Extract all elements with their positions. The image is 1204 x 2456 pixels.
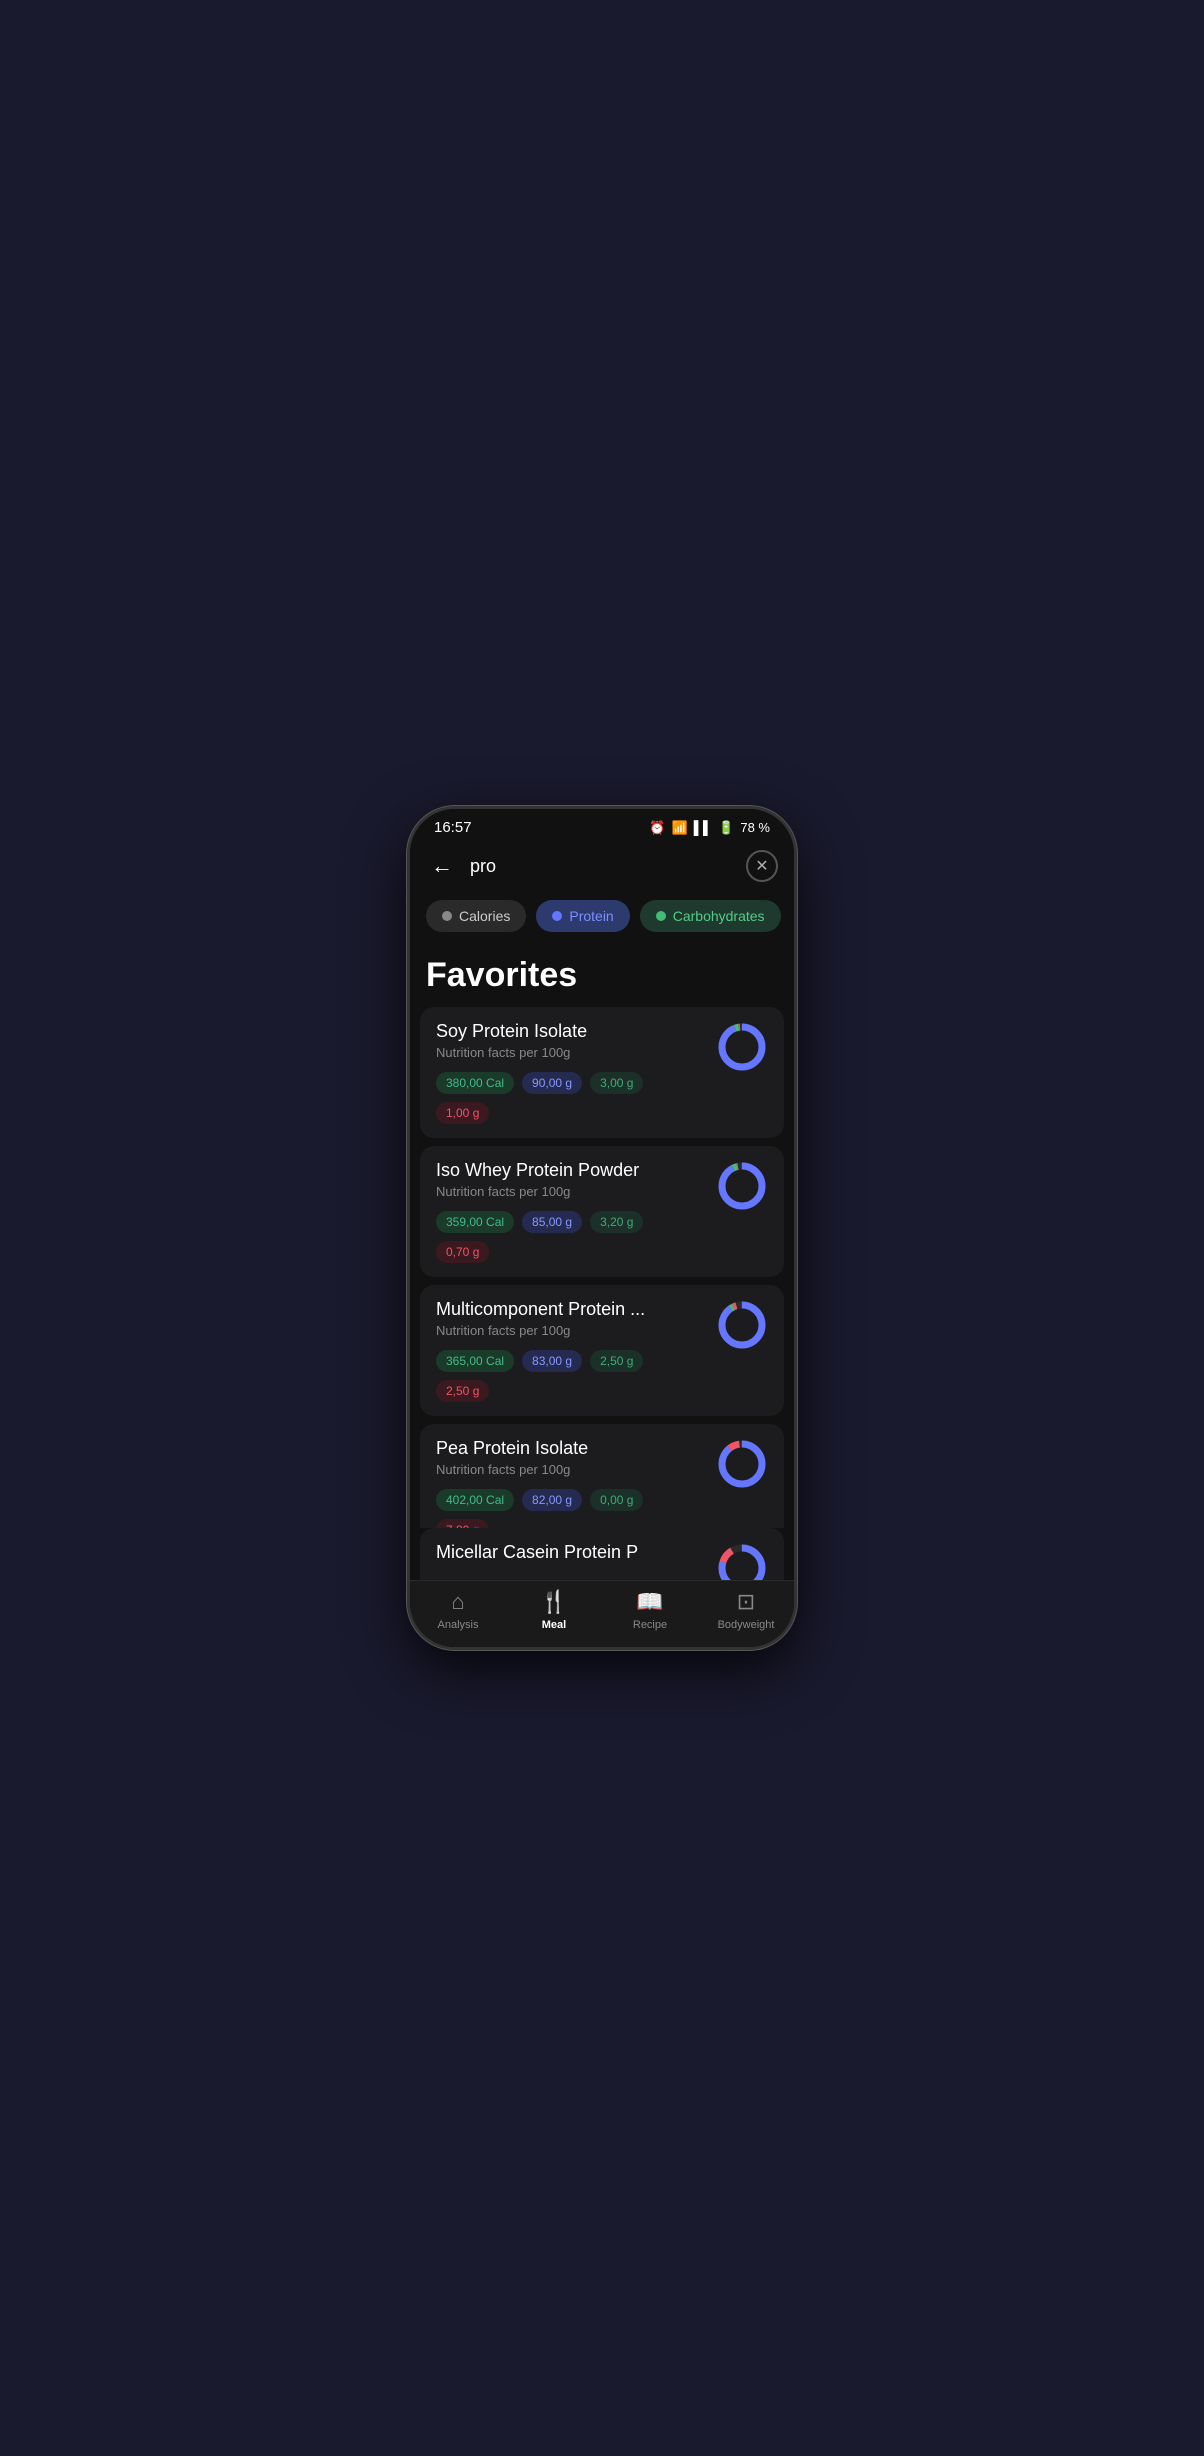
alarm-icon: ⏰ xyxy=(649,820,665,836)
food-card-pea-protein[interactable]: Pea Protein Isolate Nutrition facts per … xyxy=(420,1424,784,1528)
carbs-badge: 0,00 g xyxy=(590,1489,643,1511)
chip-calories[interactable]: Calories xyxy=(426,900,526,932)
nav-item-recipe[interactable]: 📖 Recipe xyxy=(602,1589,698,1631)
donut-chart xyxy=(716,1021,768,1073)
food-info: Iso Whey Protein Powder Nutrition facts … xyxy=(436,1160,704,1263)
status-icons: ⏰ 📶 ▌▌ 🔋 78 % xyxy=(649,820,770,836)
meal-icon: 🍴 xyxy=(540,1589,567,1615)
food-card-iso-whey[interactable]: Iso Whey Protein Powder Nutrition facts … xyxy=(420,1146,784,1277)
calories-badge: 359,00 Cal xyxy=(436,1211,514,1233)
bottom-nav: ⌂ Analysis 🍴 Meal 📖 Recipe ⊡ Bodyweight xyxy=(410,1580,794,1647)
analysis-icon: ⌂ xyxy=(451,1589,464,1615)
food-name-partial: Micellar Casein Protein P xyxy=(436,1542,704,1563)
nutrient-badges: 402,00 Cal 82,00 g 0,00 g 7,80 g xyxy=(436,1489,704,1528)
nav-item-bodyweight[interactable]: ⊡ Bodyweight xyxy=(698,1589,794,1631)
donut-chart-partial xyxy=(716,1542,768,1580)
food-info: Multicomponent Protein ... Nutrition fac… xyxy=(436,1299,704,1402)
food-subtitle: Nutrition facts per 100g xyxy=(436,1323,704,1338)
bodyweight-icon: ⊡ xyxy=(737,1589,755,1615)
fat-badge: 0,70 g xyxy=(436,1241,489,1263)
food-subtitle: Nutrition facts per 100g xyxy=(436,1045,704,1060)
protein-label: Protein xyxy=(569,908,613,924)
food-name: Pea Protein Isolate xyxy=(436,1438,704,1459)
food-info: Soy Protein Isolate Nutrition facts per … xyxy=(436,1021,704,1124)
recipe-icon: 📖 xyxy=(636,1589,663,1615)
fat-badge: 1,00 g xyxy=(436,1102,489,1124)
meal-label: Meal xyxy=(542,1619,566,1631)
search-query: pro xyxy=(470,856,496,876)
battery-icon: 🔋 xyxy=(718,820,734,836)
favorites-heading: Favorites xyxy=(410,948,794,1007)
food-list: Soy Protein Isolate Nutrition facts per … xyxy=(410,1007,794,1528)
carbs-badge: 3,20 g xyxy=(590,1211,643,1233)
bodyweight-label: Bodyweight xyxy=(718,1619,775,1631)
chip-protein[interactable]: Protein xyxy=(536,900,629,932)
search-input-wrapper[interactable]: pro xyxy=(470,856,734,877)
calories-badge: 365,00 Cal xyxy=(436,1350,514,1372)
food-card-multicomponent[interactable]: Multicomponent Protein ... Nutrition fac… xyxy=(420,1285,784,1416)
wifi-icon: 📶 xyxy=(672,820,688,836)
filter-row: Calories Protein Carbohydrates xyxy=(410,894,794,948)
donut-chart xyxy=(716,1299,768,1351)
food-card-soy-protein[interactable]: Soy Protein Isolate Nutrition facts per … xyxy=(420,1007,784,1138)
nav-item-meal[interactable]: 🍴 Meal xyxy=(506,1589,602,1631)
nutrient-badges: 380,00 Cal 90,00 g 3,00 g 1,00 g xyxy=(436,1072,704,1124)
nutrient-badges: 359,00 Cal 85,00 g 3,20 g 0,70 g xyxy=(436,1211,704,1263)
signal-icon: ▌▌ xyxy=(694,820,712,835)
carbs-badge: 3,00 g xyxy=(590,1072,643,1094)
status-bar: 16:57 ⏰ 📶 ▌▌ 🔋 78 % xyxy=(410,809,794,842)
calories-dot xyxy=(442,911,452,921)
fat-badge: 7,80 g xyxy=(436,1519,489,1528)
donut-chart xyxy=(716,1160,768,1212)
back-button[interactable]: ← xyxy=(426,853,458,879)
protein-badge: 90,00 g xyxy=(522,1072,582,1094)
protein-badge: 85,00 g xyxy=(522,1211,582,1233)
clear-button[interactable]: ✕ xyxy=(746,850,778,882)
protein-dot xyxy=(552,911,562,921)
recipe-label: Recipe xyxy=(633,1619,667,1631)
chip-carbohydrates[interactable]: Carbohydrates xyxy=(640,900,781,932)
carb-label: Carbohydrates xyxy=(673,908,765,924)
food-name: Multicomponent Protein ... xyxy=(436,1299,704,1320)
carbs-badge: 2,50 g xyxy=(590,1350,643,1372)
food-name: Soy Protein Isolate xyxy=(436,1021,704,1042)
fat-badge: 2,50 g xyxy=(436,1380,489,1402)
nutrient-badges: 365,00 Cal 83,00 g 2,50 g 2,50 g xyxy=(436,1350,704,1402)
nav-item-analysis[interactable]: ⌂ Analysis xyxy=(410,1589,506,1631)
carb-dot xyxy=(656,911,666,921)
donut-chart xyxy=(716,1438,768,1490)
search-bar: ← pro ✕ xyxy=(410,842,794,894)
food-subtitle: Nutrition facts per 100g xyxy=(436,1462,704,1477)
calories-label: Calories xyxy=(459,908,510,924)
calories-badge: 380,00 Cal xyxy=(436,1072,514,1094)
screen: 16:57 ⏰ 📶 ▌▌ 🔋 78 % ← pro ✕ Calories xyxy=(410,809,794,1647)
status-time: 16:57 xyxy=(434,819,472,836)
food-info: Pea Protein Isolate Nutrition facts per … xyxy=(436,1438,704,1528)
phone-frame: 16:57 ⏰ 📶 ▌▌ 🔋 78 % ← pro ✕ Calories xyxy=(407,806,797,1650)
food-name: Iso Whey Protein Powder xyxy=(436,1160,704,1181)
analysis-label: Analysis xyxy=(438,1619,479,1631)
food-card-partial-micellar[interactable]: Micellar Casein Protein P xyxy=(420,1528,784,1580)
protein-badge: 83,00 g xyxy=(522,1350,582,1372)
food-info-partial: Micellar Casein Protein P xyxy=(436,1542,704,1563)
calories-badge: 402,00 Cal xyxy=(436,1489,514,1511)
food-subtitle: Nutrition facts per 100g xyxy=(436,1184,704,1199)
battery-percent: 78 % xyxy=(740,820,770,835)
protein-badge: 82,00 g xyxy=(522,1489,582,1511)
